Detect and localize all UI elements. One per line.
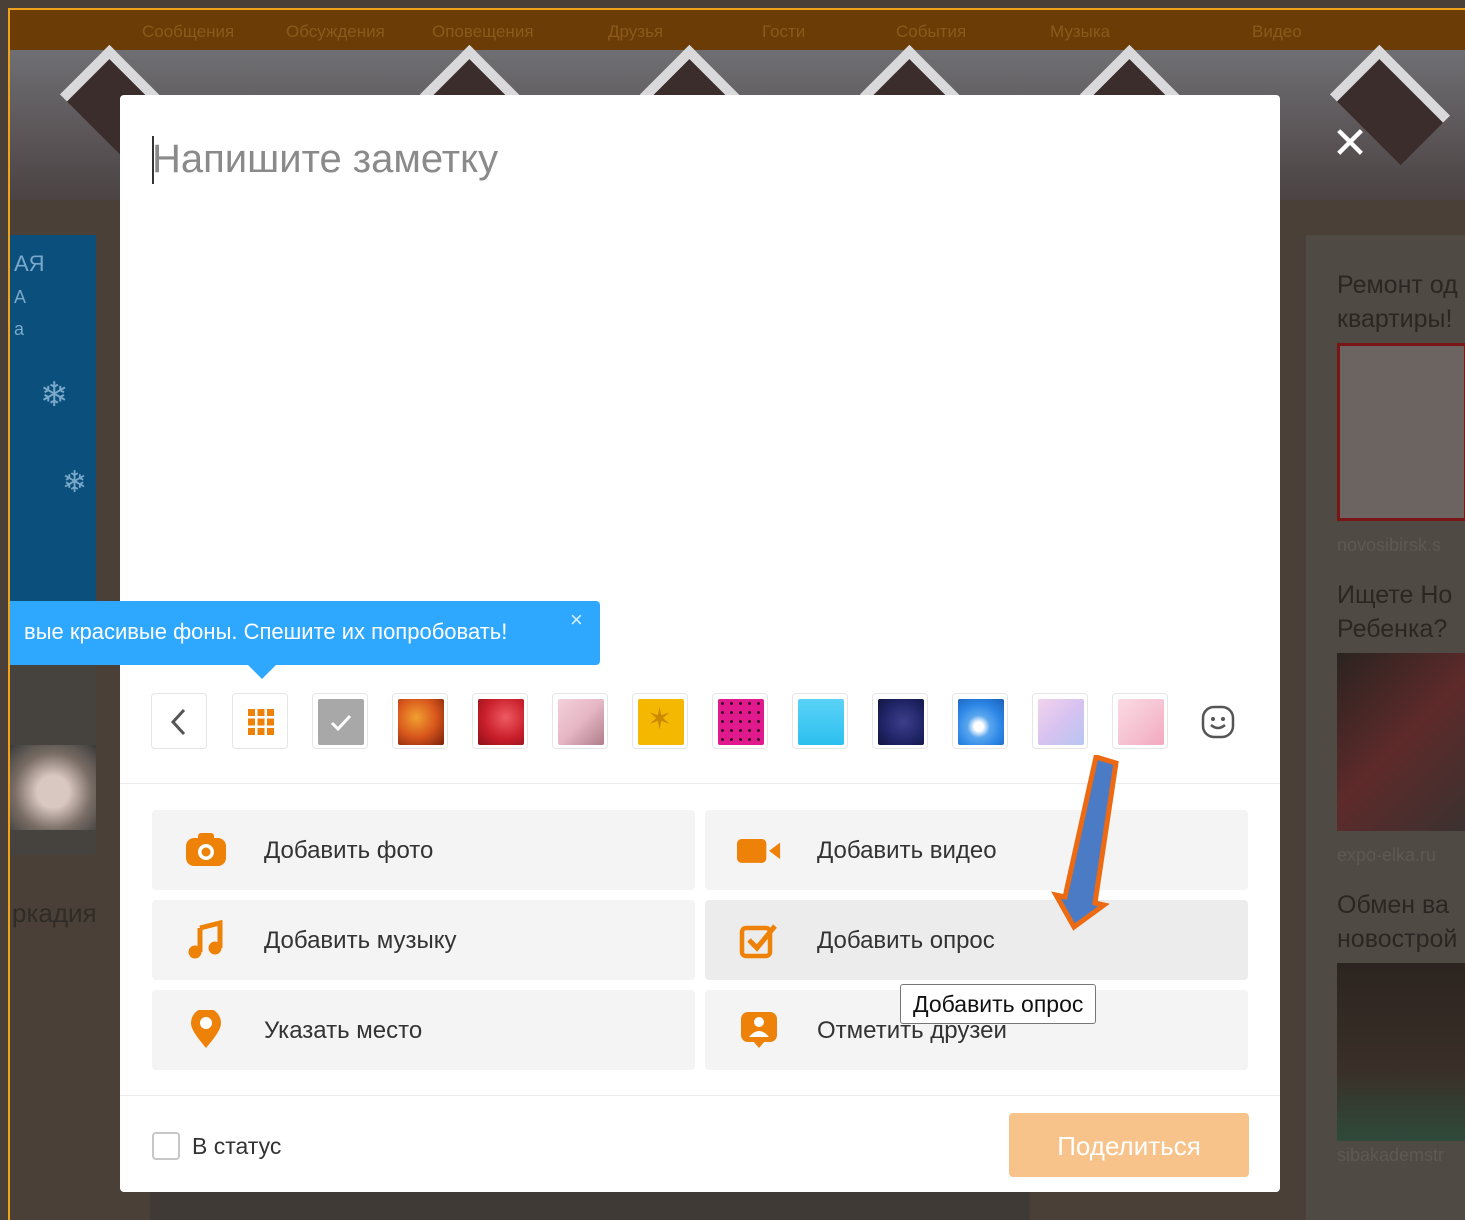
video-camera-icon [737,839,781,863]
chevron-left-icon [170,708,186,736]
camera-icon [186,833,226,866]
swatch-sky-blue[interactable] [792,693,848,749]
santa-thumbnail[interactable] [10,745,96,830]
add-music-button[interactable]: Добавить музыку [152,900,695,980]
share-button[interactable]: Поделиться [1009,1113,1249,1177]
swatch-red-hearts[interactable] [472,693,528,749]
swatch-yellow-starfish[interactable]: ✶ [632,693,688,749]
close-icon[interactable]: ✕ [1326,120,1374,168]
grid-icon [248,709,274,735]
left-name-text: ркадия [12,898,97,928]
tooltip-text: вые красивые фоны. Спешите их попробоват… [24,619,508,644]
ad-title[interactable]: Ремонт од квартиры! [1337,268,1465,336]
swatch-navy-night[interactable] [872,693,928,749]
swatch-gray-check[interactable] [312,693,368,749]
add-place-label: Указать место [264,1017,423,1044]
ad-source[interactable]: novosibirsk.s [1337,535,1465,556]
swatch-fill [1038,699,1084,745]
add-photo-label: Добавить фото [264,837,434,864]
swatch-fill [878,699,924,745]
left-banner[interactable]: АЯ А а ❄ ❄ [10,235,96,615]
swatch-magenta-dots[interactable] [712,693,768,749]
backgrounds-promo-tooltip: вые красивые фоны. Спешите их попробоват… [10,601,600,665]
swatch-fill [958,699,1004,745]
swatch-lilac-gradient[interactable] [1032,693,1088,749]
note-text-input[interactable]: Напишите заметку [152,134,1152,184]
swatch-fill [718,699,764,745]
add-poll-button[interactable]: Добавить опрос [705,900,1248,980]
all-backgrounds-button[interactable] [232,693,288,749]
location-pin-icon [191,1010,221,1048]
starfish-icon: ✶ [647,703,673,736]
backgrounds-prev-button[interactable] [151,693,207,749]
ad-source[interactable]: expo-elka.ru [1337,845,1465,866]
ad-image[interactable] [1337,343,1465,521]
top-navigation: Сообщения Обсуждения Оповещения Друзья Г… [10,10,1465,50]
ad-source[interactable]: sibakademstr [1337,1145,1465,1166]
add-video-label: Добавить видео [817,837,997,864]
status-label[interactable]: В статус [192,1133,281,1160]
ad-image[interactable] [1337,653,1465,831]
annotation-arrow-icon [1051,755,1119,931]
swatch-blue-abstract[interactable] [952,693,1008,749]
ad-image[interactable] [1337,963,1465,1141]
nav-music[interactable]: Музыка [1050,22,1110,42]
add-poll-label: Добавить опрос [817,927,995,954]
tooltip-pointer [248,665,276,679]
snowflake-icon: ❄ [40,376,69,414]
swatch-pink-gradient[interactable] [1112,693,1168,749]
add-video-button[interactable]: Добавить видео [705,810,1248,890]
music-note-icon [188,920,223,959]
add-photo-button[interactable]: Добавить фото [152,810,695,890]
check-icon [330,714,352,732]
nav-video[interactable]: Видео [1252,22,1302,42]
swatch-fill [398,699,444,745]
ad-title[interactable]: Ищете Но Ребенка? [1337,578,1465,646]
add-music-label: Добавить музыку [264,927,457,954]
ad-title[interactable]: Обмен ва новострой [1337,888,1465,956]
status-checkbox[interactable] [152,1132,180,1160]
nav-messages[interactable]: Сообщения [142,22,234,42]
swatch-fill [1118,699,1164,745]
add-place-button[interactable]: Указать место [152,990,695,1070]
nav-discussions[interactable]: Обсуждения [286,22,385,42]
nav-notifications[interactable]: Оповещения [432,22,534,42]
tooltip-close-icon[interactable]: × [570,607,583,633]
add-poll-tooltip: Добавить опрос [900,984,1097,1024]
nav-guests[interactable]: Гости [762,22,805,42]
left-banner-text: АЯ [14,251,45,276]
swatch-autumn-leaves[interactable] [392,693,448,749]
poll-checkbox-icon [739,924,777,959]
text-caret [152,136,154,184]
nav-events[interactable]: События [896,22,966,42]
divider [120,1095,1280,1096]
swatch-fill [798,699,844,745]
smile-icon[interactable] [1200,704,1236,740]
feed-strip [150,1192,1030,1220]
snowflake-icon: ❄ [62,466,88,499]
swatch-pink-flowers[interactable] [552,693,608,749]
swatch-fill [478,699,524,745]
friend-tag-icon [741,1012,777,1048]
nav-friends[interactable]: Друзья [608,22,663,42]
swatch-fill [558,699,604,745]
